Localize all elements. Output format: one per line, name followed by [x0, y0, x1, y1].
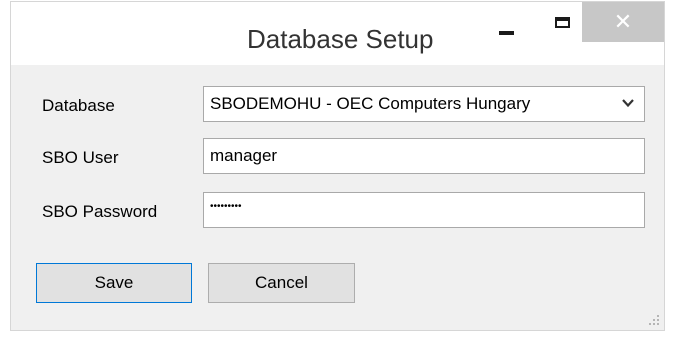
- cancel-button[interactable]: Cancel: [208, 263, 355, 303]
- chevron-down-icon: [622, 99, 634, 108]
- maximize-icon: [554, 17, 570, 28]
- close-icon: ✕: [613, 9, 633, 34]
- close-button[interactable]: ✕: [582, 2, 664, 42]
- save-button[interactable]: Save: [36, 263, 192, 303]
- maximize-button[interactable]: [539, 2, 585, 47]
- database-setup-dialog: Database Setup ✕ Database SBODEMOHU - OE…: [10, 1, 665, 331]
- database-label: Database: [42, 96, 115, 115]
- window-title: Database Setup: [247, 24, 434, 54]
- minimize-button[interactable]: [483, 2, 529, 47]
- sbo-user-value: manager: [210, 146, 278, 165]
- sbo-password-input[interactable]: •••••••••: [203, 192, 645, 228]
- minimize-icon: [498, 30, 514, 35]
- sbo-user-label: SBO User: [42, 148, 119, 167]
- title-bar[interactable]: Database Setup ✕: [11, 2, 664, 65]
- database-select-value: SBODEMOHU - OEC Computers Hungary: [210, 94, 531, 113]
- resize-grip-icon[interactable]: [648, 314, 660, 326]
- sbo-user-input[interactable]: manager: [203, 138, 645, 174]
- sbo-password-label: SBO Password: [42, 202, 158, 221]
- database-select[interactable]: SBODEMOHU - OEC Computers Hungary: [203, 86, 645, 122]
- password-mask: •••••••••: [210, 200, 242, 212]
